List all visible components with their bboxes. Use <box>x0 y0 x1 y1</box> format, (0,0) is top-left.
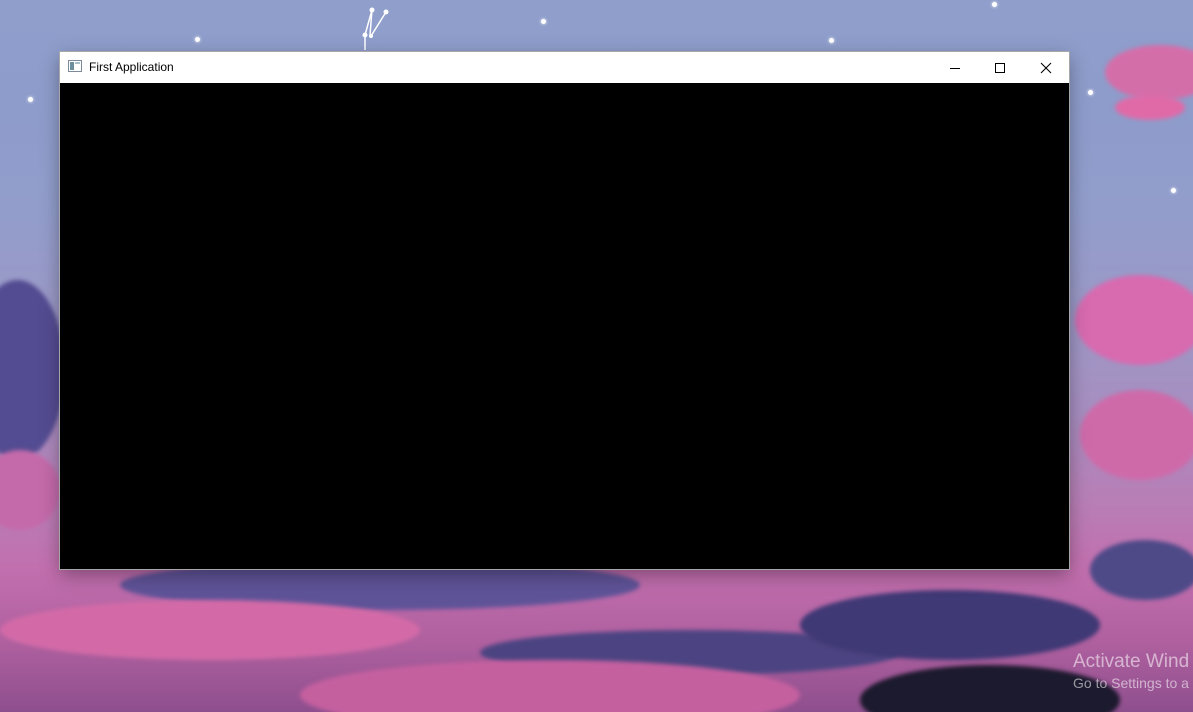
wallpaper-star <box>28 97 33 102</box>
wallpaper-cloud <box>800 590 1100 660</box>
constellation-icon <box>362 7 389 50</box>
window-icon <box>68 60 82 72</box>
activation-watermark-title: Activate Wind <box>1073 651 1190 672</box>
wallpaper-cloud <box>0 280 65 460</box>
minimize-button[interactable] <box>932 52 978 83</box>
wallpaper-cloud <box>1090 540 1193 600</box>
activation-watermark: Activate Wind Go to Settings to a <box>1073 650 1189 692</box>
wallpaper-cloud <box>1075 275 1193 365</box>
close-icon <box>1040 62 1052 73</box>
wallpaper-cloud <box>0 600 420 660</box>
wallpaper-star <box>992 2 997 7</box>
maximize-button[interactable] <box>977 52 1023 83</box>
desktop-wallpaper: Activate Wind Go to Settings to a First … <box>0 0 1193 712</box>
wallpaper-cloud <box>1080 390 1193 480</box>
wallpaper-cloud <box>0 450 60 530</box>
close-button[interactable] <box>1023 52 1069 83</box>
maximize-icon <box>995 62 1005 73</box>
window-title: First Application <box>89 60 174 74</box>
wallpaper-star <box>1171 188 1176 193</box>
app-window[interactable]: First Application <box>60 52 1069 569</box>
wallpaper-star <box>1088 90 1093 95</box>
wallpaper-cloud <box>1115 95 1185 120</box>
activation-watermark-subtitle: Go to Settings to a <box>1073 675 1189 691</box>
wallpaper-star <box>541 19 546 24</box>
wallpaper-cloud <box>1105 45 1193 100</box>
window-titlebar[interactable]: First Application <box>60 52 1069 83</box>
wallpaper-star <box>195 37 200 42</box>
window-client-area[interactable] <box>60 83 1069 569</box>
wallpaper-star <box>829 38 834 43</box>
minimize-icon <box>950 67 960 69</box>
